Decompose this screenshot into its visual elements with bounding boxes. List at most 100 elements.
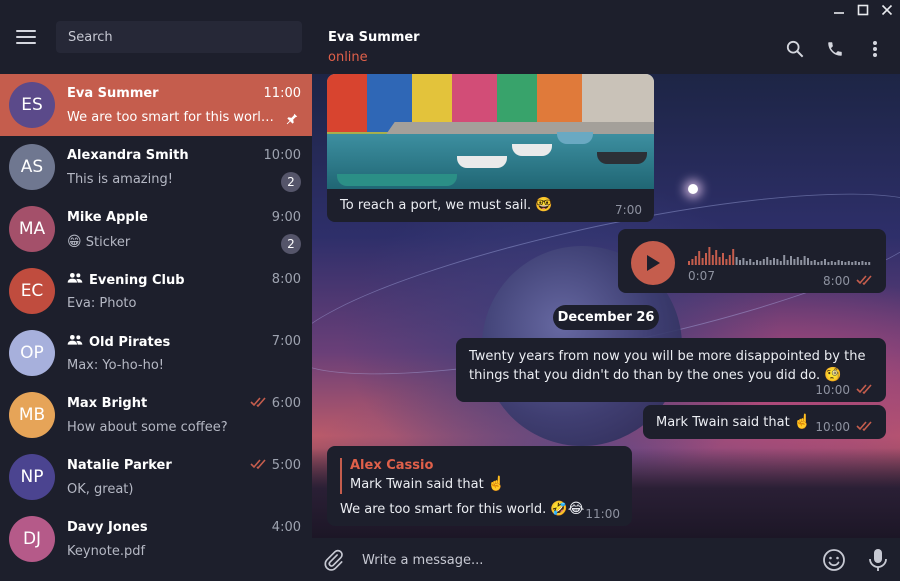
waveform-bar bbox=[864, 262, 867, 265]
chat-preview: This is amazing! bbox=[67, 172, 173, 187]
paperclip-icon[interactable] bbox=[322, 549, 344, 571]
search-icon[interactable] bbox=[784, 38, 806, 60]
waveform-bar bbox=[701, 258, 704, 265]
waveform-bar bbox=[708, 247, 711, 265]
chat-preview: How about some coffee? bbox=[67, 420, 228, 435]
search-input[interactable] bbox=[56, 21, 302, 53]
waveform-bar bbox=[779, 261, 782, 265]
photo-image[interactable] bbox=[327, 74, 654, 189]
waveform-bar bbox=[820, 261, 823, 265]
maximize-icon[interactable] bbox=[856, 3, 870, 17]
waveform-bar bbox=[841, 261, 843, 265]
message-text: Mark Twain said that ☝️ bbox=[656, 414, 812, 430]
chat-preview: We are too smart for this world. 🤣😂 bbox=[67, 110, 277, 125]
waveform-bar bbox=[698, 251, 701, 265]
waveform-bar bbox=[810, 261, 813, 265]
waveform-bar bbox=[752, 262, 755, 265]
waveform-bar bbox=[786, 260, 789, 265]
avatar: MB bbox=[9, 392, 55, 438]
smile-icon[interactable] bbox=[822, 548, 846, 572]
close-icon[interactable] bbox=[880, 3, 894, 17]
waveform-bar bbox=[759, 261, 762, 265]
chat-area: To reach a port, we must sail. 🤓 7:00 0:… bbox=[312, 74, 900, 538]
hamburger-icon[interactable] bbox=[16, 30, 36, 44]
outgoing-message[interactable]: Mark Twain said that ☝️ 10:00 bbox=[643, 405, 886, 439]
chat-header: Eva Summer online bbox=[312, 0, 900, 74]
waveform-bar bbox=[827, 262, 830, 265]
phone-icon[interactable] bbox=[824, 38, 846, 60]
message-time: 7:00 bbox=[615, 203, 642, 217]
reply-quote[interactable]: Alex Cassio Mark Twain said that ☝️ bbox=[340, 458, 505, 494]
chat-item-old-pirates[interactable]: OP Old Pirates 7:00 Max: Yo-ho-ho! bbox=[0, 322, 312, 384]
photo-message[interactable]: To reach a port, we must sail. 🤓 7:00 bbox=[327, 74, 654, 222]
double-check-icon bbox=[250, 396, 268, 411]
more-vertical-icon[interactable] bbox=[864, 38, 886, 60]
waveform-bar bbox=[851, 262, 854, 265]
waveform-bar bbox=[773, 258, 775, 265]
chat-item-mike-apple[interactable]: MA Mike Apple 9:00 😁 Sticker 2 bbox=[0, 198, 312, 260]
chat-name: Eva Summer bbox=[67, 86, 159, 101]
chat-time: 11:00 bbox=[263, 86, 301, 101]
date-separator: December 26 bbox=[553, 305, 659, 330]
chat-item-alexandra-smith[interactable]: AS Alexandra Smith 10:00 This is amazing… bbox=[0, 136, 312, 198]
waveform-bar bbox=[807, 258, 809, 265]
unread-badge: 2 bbox=[281, 172, 301, 192]
laughing-emoji: 🤣😂 bbox=[550, 501, 585, 517]
waveform-bar bbox=[728, 255, 731, 265]
play-icon[interactable] bbox=[631, 241, 675, 285]
message-composer bbox=[312, 538, 900, 581]
chat-time: 9:00 bbox=[271, 210, 301, 225]
sidebar-top-bar bbox=[0, 0, 312, 74]
waveform-bar bbox=[793, 259, 796, 265]
waveform-bar bbox=[868, 262, 871, 265]
chat-preview: Eva: Photo bbox=[67, 296, 137, 311]
double-check-icon bbox=[856, 274, 874, 288]
chat-title[interactable]: Eva Summer bbox=[328, 30, 420, 45]
reply-author: Alex Cassio bbox=[350, 458, 434, 473]
sidebar: ES Eva Summer 11:00 We are too smart for… bbox=[0, 0, 312, 581]
waveform-bar bbox=[769, 260, 772, 265]
message-text: Twenty years from now you will be more d… bbox=[469, 349, 866, 383]
waveform-bar bbox=[711, 255, 714, 265]
chat-time: 8:00 bbox=[271, 272, 301, 287]
chat-name: Alexandra Smith bbox=[67, 148, 189, 163]
pointing-up-emoji: ☝️ bbox=[793, 414, 812, 430]
outgoing-message[interactable]: Twenty years from now you will be more d… bbox=[456, 338, 886, 402]
voice-waveform[interactable] bbox=[688, 247, 874, 265]
microphone-icon[interactable] bbox=[867, 548, 889, 572]
double-check-icon bbox=[856, 383, 874, 397]
chat-item-davy-jones[interactable]: DJ Davy Jones 4:00 Keynote.pdf bbox=[0, 508, 312, 570]
waveform-bar bbox=[722, 253, 724, 265]
chat-item-natalie-parker[interactable]: NP Natalie Parker 5:00 OK, great) bbox=[0, 446, 312, 508]
avatar: MA bbox=[9, 206, 55, 252]
waveform-bar bbox=[745, 261, 748, 265]
message-time: 10:00 bbox=[815, 420, 874, 434]
waveform-bar bbox=[854, 261, 857, 265]
minimize-icon[interactable] bbox=[832, 3, 846, 17]
waveform-bar bbox=[813, 260, 816, 265]
photo-boat bbox=[557, 132, 593, 144]
waveform-bar bbox=[817, 262, 820, 265]
chat-item-max-bright[interactable]: MB Max Bright 6:00 How about some coffee… bbox=[0, 384, 312, 446]
waveform-bar bbox=[688, 261, 690, 265]
message-input[interactable] bbox=[362, 549, 802, 571]
voice-message[interactable]: 0:07 8:00 bbox=[618, 229, 886, 293]
chat-item-evening-club[interactable]: EC Evening Club 8:00 Eva: Photo bbox=[0, 260, 312, 322]
incoming-message[interactable]: Alex Cassio Mark Twain said that ☝️ We a… bbox=[327, 446, 632, 526]
waveform-bar bbox=[830, 261, 833, 265]
avatar: ES bbox=[9, 82, 55, 128]
avatar: AS bbox=[9, 144, 55, 190]
photo-boat bbox=[337, 174, 457, 186]
avatar: NP bbox=[9, 454, 55, 500]
waveform-bar bbox=[739, 260, 741, 265]
waveform-bar bbox=[766, 257, 769, 265]
waveform-bar bbox=[691, 259, 694, 265]
chat-preview: OK, great) bbox=[67, 482, 134, 497]
pin-icon bbox=[285, 111, 299, 130]
chat-item-eva-summer[interactable]: ES Eva Summer 11:00 We are too smart for… bbox=[0, 74, 312, 136]
photo-caption: To reach a port, we must sail. 🤓 bbox=[340, 197, 553, 213]
waveform-bar bbox=[803, 256, 806, 265]
chat-name: Evening Club bbox=[67, 272, 185, 288]
waveform-bar bbox=[800, 260, 803, 265]
double-check-icon bbox=[250, 458, 268, 473]
